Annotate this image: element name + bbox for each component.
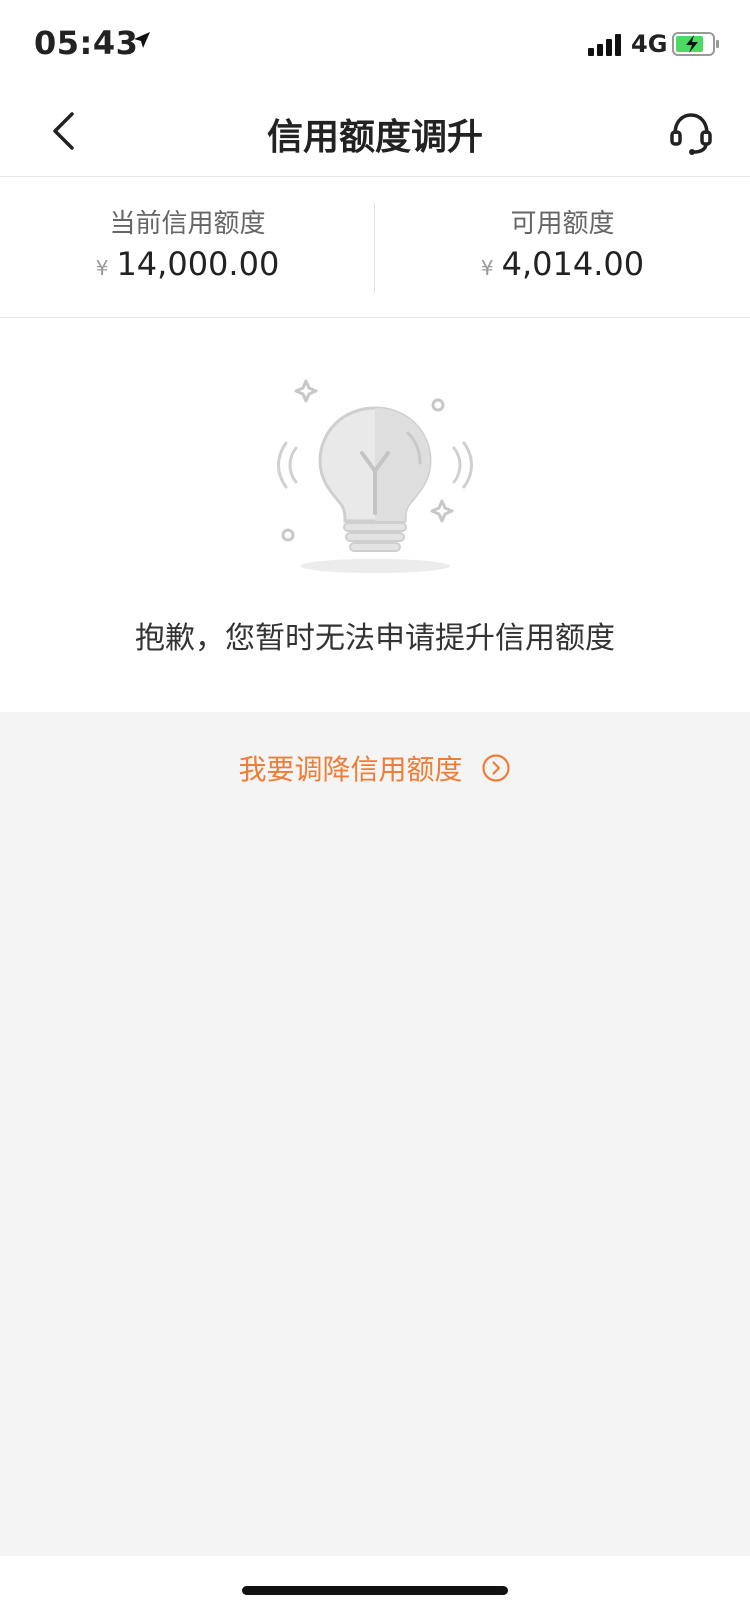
status-bar: 05:43 4G <box>0 0 750 88</box>
reduce-credit-link[interactable]: 我要调降信用额度 <box>0 748 750 790</box>
current-credit: 当前信用额度 ¥14,000.00 <box>0 177 375 317</box>
status-time: 05:43 <box>34 24 139 62</box>
credit-summary: 当前信用额度 ¥14,000.00 可用额度 ¥4,014.00 <box>0 177 750 318</box>
current-credit-label: 当前信用额度 <box>109 209 266 239</box>
location-arrow-icon <box>132 30 152 54</box>
customer-support-button[interactable] <box>666 108 716 158</box>
lightbulb-icon <box>270 373 480 577</box>
available-credit: 可用额度 ¥4,014.00 <box>375 177 750 317</box>
battery-icon <box>672 32 720 60</box>
page-title: 信用额度调升 <box>266 117 483 158</box>
empty-state: 抱歉，您暂时无法申请提升信用额度 <box>0 318 750 712</box>
currency-symbol: ¥ <box>480 256 494 280</box>
available-credit-value: 4,014.00 <box>501 245 645 283</box>
current-credit-amount: ¥14,000.00 <box>0 245 375 283</box>
circle-chevron-right-icon <box>481 753 511 790</box>
network-type: 4G <box>631 30 668 58</box>
available-credit-label: 可用额度 <box>510 209 615 239</box>
nav-bar: 信用额度调升 <box>0 88 750 177</box>
current-credit-value: 14,000.00 <box>116 245 280 283</box>
home-bar <box>0 1556 750 1624</box>
empty-state-message: 抱歉，您暂时无法申请提升信用额度 <box>135 621 615 656</box>
signal-icon <box>588 34 624 60</box>
reduce-credit-label: 我要调降信用额度 <box>238 753 463 786</box>
headset-icon <box>670 113 712 155</box>
available-credit-amount: ¥4,014.00 <box>375 245 750 283</box>
home-indicator[interactable] <box>242 1586 508 1595</box>
currency-symbol: ¥ <box>95 256 109 280</box>
